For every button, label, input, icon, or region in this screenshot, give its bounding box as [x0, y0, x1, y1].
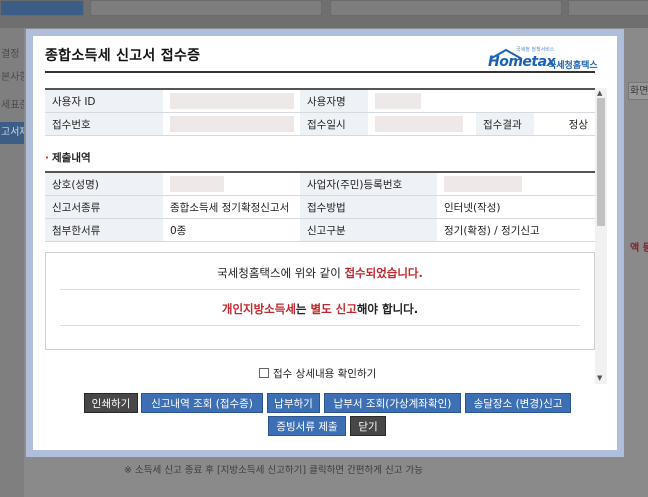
category-label: 신고구분 — [300, 218, 437, 242]
company-value — [163, 171, 300, 196]
message-text: 해야 합니다. — [356, 302, 419, 316]
history-button[interactable]: 신고내역 조회 (접수증) — [141, 393, 263, 413]
user-id-value — [163, 88, 300, 113]
evidence-submit-button[interactable]: 증빙서류 제출 — [268, 416, 346, 436]
category-value: 정기(확정) / 정기신고 — [437, 218, 595, 242]
receipt-content: 사용자 ID 사용자명 접수번호 접수일시 접수결과 정상 · 제출내역 상호(성… — [45, 88, 595, 384]
background-tab — [330, 0, 562, 16]
background-tab — [0, 0, 84, 16]
content-scrollbar[interactable]: ▲ ▼ — [595, 88, 607, 384]
logo-tagline: 국세청 정책서비스 — [516, 47, 555, 53]
background-header — [0, 0, 648, 28]
confirm-label: 접수 상세내용 확인하기 — [273, 368, 377, 380]
method-label: 접수방법 — [300, 195, 437, 219]
table-row: 첨부한서류 0종 신고구분 정기(확정) / 정기신고 — [45, 218, 595, 242]
logo-brand: Hometax — [488, 54, 556, 70]
receipt-date-value — [368, 112, 476, 136]
receipt-date-label: 접수일시 — [300, 112, 368, 136]
form-type-value: 종합소득세 정기확정신고서 — [163, 195, 300, 219]
redacted-value — [170, 116, 294, 132]
message-text: 국세청홈택스에 위와 같이 — [217, 266, 345, 280]
table-row: 사용자 ID 사용자명 — [45, 88, 595, 113]
attach-label: 첨부한서류 — [45, 218, 163, 242]
address-change-button[interactable]: 송달장소 (변경)신고 — [465, 393, 571, 413]
basic-info-table: 사용자 ID 사용자명 접수번호 접수일시 접수결과 정상 — [45, 88, 595, 136]
redacted-value — [444, 176, 522, 192]
scroll-up-icon[interactable]: ▲ — [597, 89, 602, 97]
message-line-2: 개인지방소득세는 별도 신고해야 합니다. — [46, 301, 594, 317]
result-label: 접수결과 — [476, 112, 534, 136]
user-id-label: 사용자 ID — [45, 88, 163, 113]
redacted-value — [170, 93, 294, 109]
scroll-down-icon[interactable]: ▼ — [597, 374, 602, 382]
table-row: 상호(성명) 사업자(주민)등록번호 — [45, 171, 595, 196]
pay-inquiry-button[interactable]: 납부서 조회(가상계좌확인) — [324, 393, 461, 413]
redacted-value — [170, 176, 224, 192]
biz-no-label: 사업자(주민)등록번호 — [300, 171, 437, 196]
logo-brand-kr: 국세청홈택스 — [548, 61, 598, 71]
redacted-value — [375, 116, 463, 132]
confirm-detail-toggle[interactable]: 접수 상세내용 확인하기 — [259, 366, 376, 381]
message-divider — [60, 289, 580, 290]
background-right-text: 화면 — [630, 86, 648, 97]
print-button[interactable]: 인쇄하기 — [84, 393, 138, 413]
table-row: 접수번호 접수일시 접수결과 정상 — [45, 112, 595, 136]
submission-table: 상호(성명) 사업자(주민)등록번호 신고서종류 종합소득세 정기확정신고서 접… — [45, 171, 595, 242]
message-line-1: 국세청홈택스에 위와 같이 접수되었습니다. — [46, 265, 594, 281]
background-right-text: 액 등 — [630, 243, 648, 254]
background-menu-item: 본사항 — [1, 72, 24, 83]
pay-button[interactable]: 납부하기 — [267, 393, 320, 413]
title-divider — [45, 71, 595, 73]
user-name-value — [368, 88, 595, 113]
result-message-box: 국세청홈택스에 위와 같이 접수되었습니다. 개인지방소득세는 별도 신고해야 … — [45, 252, 595, 350]
receipt-no-label: 접수번호 — [45, 112, 163, 136]
hometax-logo: 국세청 정책서비스 Hometax 국세청홈택스 — [486, 47, 598, 72]
confirm-checkbox[interactable] — [259, 368, 269, 378]
biz-no-value — [437, 171, 595, 196]
result-value: 정상 — [534, 112, 595, 136]
redacted-value — [375, 93, 421, 109]
table-row: 신고서종류 종합소득세 정기확정신고서 접수방법 인터넷(작성) — [45, 195, 595, 219]
section-title-text: 제출내역 — [52, 152, 91, 164]
message-highlight: 별도 신고 — [310, 302, 357, 316]
modal-title: 종합소득세 신고서 접수증 — [45, 48, 201, 64]
background-menu-item: 세표준 — [1, 100, 24, 111]
background-note: ※ 소득세 신고 종료 후 [지방소득세 신고하기] 클릭하면 간편하게 신고 … — [124, 465, 424, 476]
form-type-label: 신고서종류 — [45, 195, 163, 219]
message-highlight: 개인지방소득세 — [221, 302, 296, 316]
user-name-label: 사용자명 — [300, 88, 368, 113]
receipt-no-value — [163, 112, 300, 136]
background-right-panel: 화면 액 등 — [624, 28, 648, 497]
background-tab — [568, 0, 648, 16]
company-label: 상호(성명) — [45, 171, 163, 196]
scrollbar-thumb[interactable] — [597, 98, 605, 226]
section-title: · 제출내역 — [45, 150, 595, 165]
bullet-icon: · — [45, 152, 49, 164]
method-value: 인터넷(작성) — [437, 195, 595, 219]
background-menu-item: 결정 — [1, 49, 20, 60]
message-divider — [60, 325, 580, 326]
message-text: 는 — [295, 302, 311, 316]
background-tab — [90, 0, 322, 16]
message-highlight: 접수되었습니다. — [344, 266, 423, 280]
background-menu-item-active: 고서제 — [0, 122, 24, 144]
background-left-menu: 결정 본사항 세표준 고서제 — [0, 28, 24, 497]
attach-value: 0종 — [163, 218, 300, 242]
close-button[interactable]: 닫기 — [350, 416, 386, 436]
